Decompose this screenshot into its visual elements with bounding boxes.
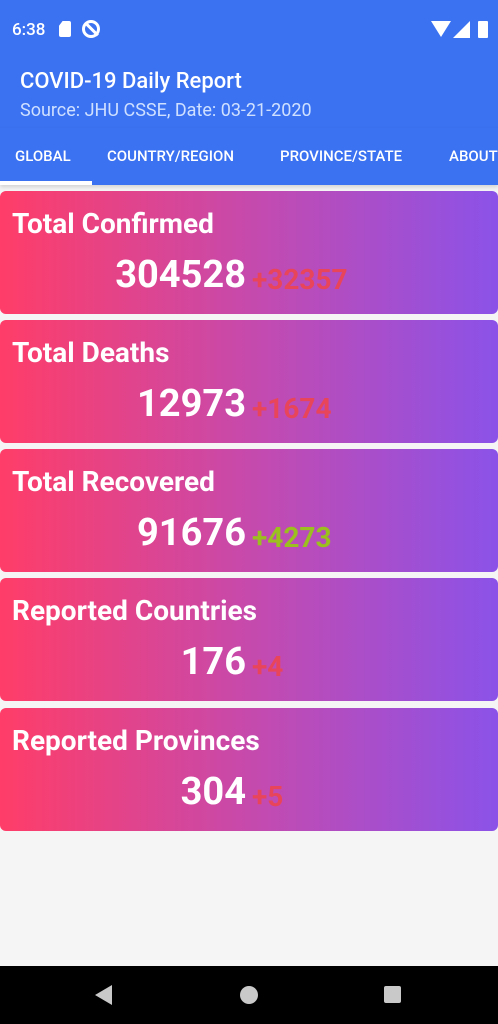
card-delta: +1674 [252, 392, 332, 425]
back-icon[interactable] [95, 985, 112, 1005]
tab-bar: GLOBAL COUNTRY/REGION PROVINCE/STATE ABO… [0, 128, 498, 185]
tab-about[interactable]: ABOUT [449, 128, 498, 185]
signal-icon [453, 21, 470, 38]
status-time: 6:38 [12, 20, 46, 40]
wifi-icon [431, 21, 451, 37]
card-delta: +4 [252, 650, 284, 683]
card-value: 304528 [115, 253, 246, 297]
card-value: 12973 [136, 382, 246, 426]
app-subtitle: Source: JHU CSSE, Date: 03-21-2020 [20, 100, 312, 121]
card-value: 304 [180, 770, 246, 814]
card-delta: +5 [252, 780, 284, 813]
nav-bar [0, 966, 498, 1024]
sd-card-icon [59, 21, 71, 37]
card-title: Total Confirmed [12, 207, 214, 240]
card-total-deaths[interactable]: Total Deaths 12973 +1674 [0, 320, 498, 443]
recents-icon[interactable] [384, 986, 401, 1003]
card-title: Total Recovered [12, 465, 215, 498]
tab-country-region[interactable]: COUNTRY/REGION [107, 128, 234, 185]
tab-province-state[interactable]: PROVINCE/STATE [280, 128, 402, 185]
tab-indicator [0, 181, 92, 185]
card-reported-countries[interactable]: Reported Countries 176 +4 [0, 578, 498, 701]
card-title: Reported Provinces [12, 724, 260, 757]
home-icon[interactable] [240, 986, 258, 1004]
card-title: Total Deaths [12, 336, 170, 369]
card-total-confirmed[interactable]: Total Confirmed 304528 +32357 [0, 191, 498, 314]
card-value: 176 [180, 640, 246, 684]
tab-global[interactable]: GLOBAL [15, 128, 71, 185]
card-delta: +4273 [252, 521, 332, 554]
card-total-recovered[interactable]: Total Recovered 91676 +4273 [0, 449, 498, 572]
card-title: Reported Countries [12, 594, 258, 627]
status-bar: 6:38 [0, 0, 498, 60]
card-reported-provinces[interactable]: Reported Provinces 304 +5 [0, 708, 498, 831]
app-bar: COVID-19 Daily Report Source: JHU CSSE, … [0, 60, 498, 128]
card-value: 91676 [136, 511, 246, 555]
card-delta: +32357 [252, 263, 348, 296]
app-title: COVID-19 Daily Report [20, 69, 242, 94]
battery-icon [478, 21, 488, 38]
no-disturb-icon [82, 20, 100, 38]
